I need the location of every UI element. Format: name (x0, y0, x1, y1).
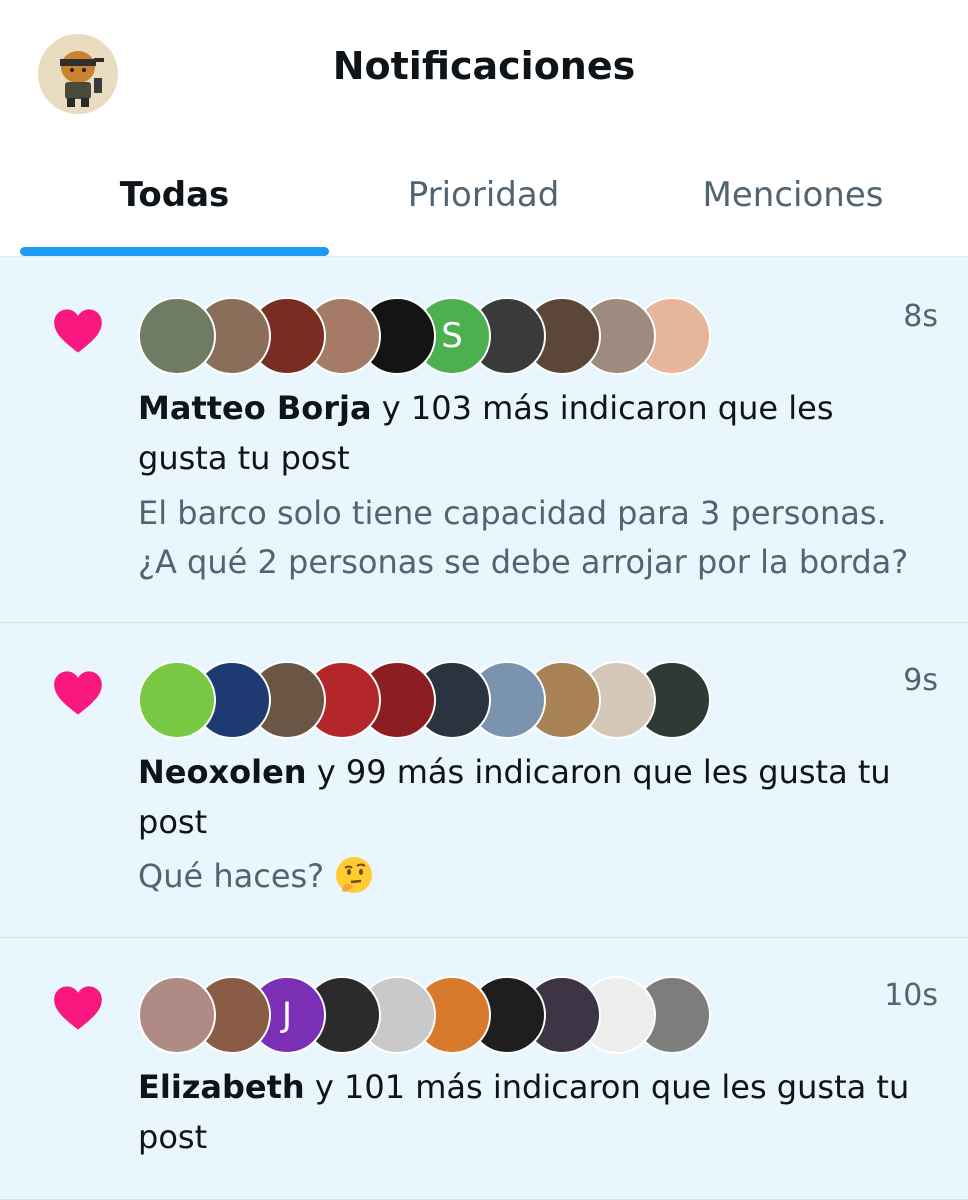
user-name[interactable]: Elizabeth (138, 1068, 305, 1106)
liker-avatar[interactable] (138, 976, 216, 1054)
post-snippet[interactable]: Qué haces? (138, 852, 948, 901)
avatar-initial: J (281, 995, 293, 1035)
tab-todas[interactable]: Todas (20, 175, 329, 225)
notification-text: Matteo Borja y 103 más indicaron que les (138, 383, 938, 433)
notification-text-continued: post (138, 803, 208, 841)
action-text: y 99 más indicaron que les gusta tu (306, 753, 891, 791)
notification-text-continued: gusta tu post (138, 439, 350, 477)
notification-item[interactable]: 9s Neoxolen y 99 más indicaron que les g… (0, 623, 968, 938)
heart-icon (54, 309, 102, 353)
tab-menciones[interactable]: Menciones (638, 175, 948, 225)
page-title: Notificaciones (332, 44, 636, 88)
top-bar: Notificaciones Todas Prioridad Menciones (0, 0, 968, 257)
notification-feed[interactable]: S 8s Matteo Borja y 103 más indicaron qu… (0, 257, 968, 1200)
avatar-initial: S (441, 316, 463, 356)
notification-text-continued: post (138, 1118, 208, 1156)
timestamp: 10s (884, 978, 938, 1013)
action-text: y 101 más indicaron que les gusta tu (304, 1068, 910, 1106)
post-snippet[interactable]: El barco solo tiene capacidad para 3 per… (138, 489, 948, 538)
notification-item[interactable]: S 8s Matteo Borja y 103 más indicaron qu… (0, 257, 968, 623)
user-name[interactable]: Matteo Borja (138, 389, 372, 427)
timestamp: 9s (903, 663, 938, 698)
notification-text: Neoxolen y 99 más indicaron que les gust… (138, 747, 938, 797)
user-name[interactable]: Neoxolen (138, 753, 307, 791)
active-tab-indicator (20, 247, 329, 256)
post-snippet-text: Qué haces? (138, 857, 335, 895)
heart-icon (54, 671, 102, 715)
notification-text: Elizabeth y 101 más indicaron que les gu… (138, 1062, 938, 1112)
liker-avatar[interactable] (138, 297, 216, 375)
post-snippet-continued[interactable]: ¿A qué 2 personas se debe arrojar por la… (138, 538, 948, 587)
notification-item[interactable]: J 10s Elizabeth y 101 más indicaron que … (0, 938, 968, 1200)
thinking-face-emoji (336, 857, 373, 893)
tab-prioridad[interactable]: Prioridad (329, 175, 638, 225)
action-text: y 103 más indicaron que les (371, 389, 834, 427)
timestamp: 8s (903, 299, 938, 334)
liker-avatar[interactable] (138, 661, 216, 739)
heart-icon (54, 986, 102, 1030)
